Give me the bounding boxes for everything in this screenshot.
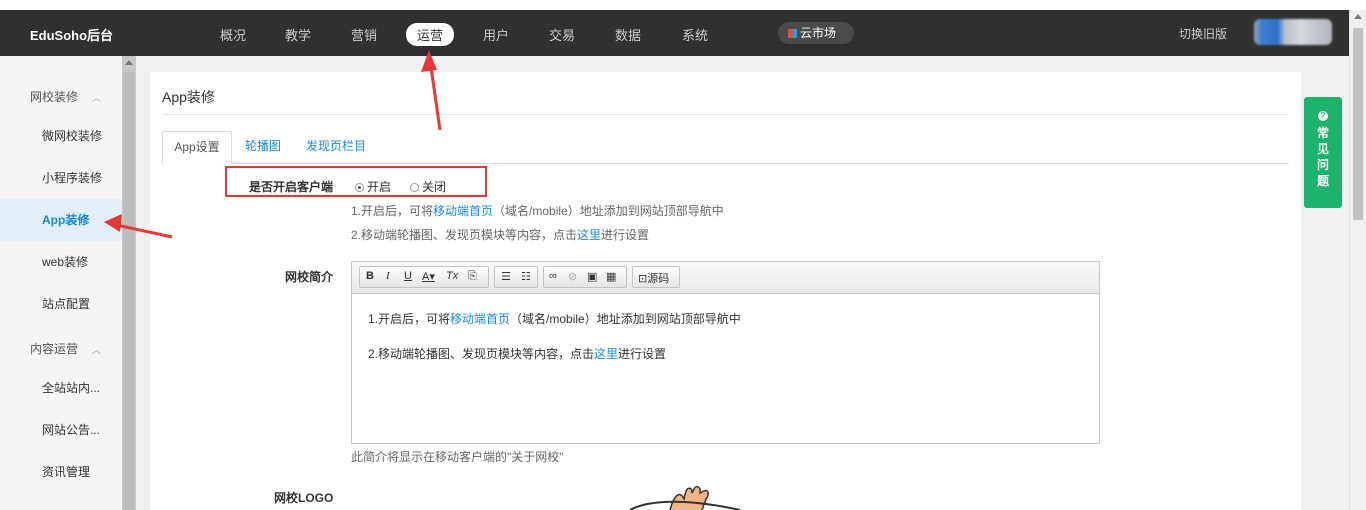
help-text-2: 2.移动端轮播图、发现页模块等内容，点击这里进行设置 — [351, 226, 649, 243]
nav-item-operations[interactable]: 运营 — [406, 23, 455, 46]
sidebar-item-news[interactable]: 资讯管理 — [0, 451, 122, 493]
underline-icon[interactable]: U — [404, 270, 412, 282]
apps-grid-icon — [788, 29, 797, 38]
scroll-up-icon[interactable] — [125, 60, 133, 65]
bold-icon[interactable]: B — [366, 270, 374, 282]
divider — [162, 114, 1289, 115]
editor-text: 进行设置 — [618, 347, 667, 361]
editor-text: 2.移动端轮播图、发现页模块等内容，点击 — [368, 347, 595, 361]
help-text-1: 1.开启后，可将移动端首页（域名/mobile）地址添加到网站顶部导航中 — [351, 202, 724, 219]
paste-icon[interactable]: ⎘ — [468, 270, 477, 283]
editor-note: 此简介将显示在移动客户端的"关于网校" — [351, 450, 564, 464]
sidebar-group-label: 内容运营 — [30, 342, 79, 356]
sidebar-item-announcements[interactable]: 网站公告... — [0, 409, 122, 451]
format-group: B I U A▾ Tx ⎘ — [359, 266, 489, 288]
faq-label: 常见问题 — [1316, 125, 1330, 189]
editor-toolbar: B I U A▾ Tx ⎘ ☰ ☷ ∞ ⊘ ▣ ▦ ⊡源码 — [352, 262, 1099, 294]
nav-item-users[interactable]: 用户 — [483, 25, 509, 44]
avatar[interactable] — [1254, 19, 1332, 45]
sidebar-item-web[interactable]: web装修 — [0, 241, 122, 283]
source-button[interactable]: ⊡源码 — [638, 270, 669, 286]
table-icon[interactable]: ▦ — [606, 270, 616, 283]
switch-old-version-link[interactable]: 切换旧版 — [1179, 25, 1227, 42]
tab-bar: App设置 轮播图 发现页栏目 — [162, 131, 1289, 164]
nav-item-trade[interactable]: 交易 — [549, 25, 575, 44]
logo-preview-image[interactable] — [630, 485, 740, 510]
question-icon: ? — [1318, 111, 1328, 121]
image-icon[interactable]: ▣ — [587, 270, 597, 283]
editor-here-link[interactable]: 这里 — [594, 347, 618, 361]
main-panel: App装修 App设置 轮播图 发现页栏目 是否开启客户端 开启 关闭 1.开启… — [150, 72, 1301, 510]
sidebar-item-mini-program[interactable]: 小程序装修 — [0, 157, 122, 199]
annotation-highlight-box — [225, 166, 487, 197]
unlink-icon[interactable]: ⊘ — [568, 270, 577, 283]
faq-label-text: 常见问题 — [1316, 126, 1329, 188]
tab-app-settings[interactable]: App设置 — [162, 131, 232, 164]
faq-button[interactable]: ? 常见问题 — [1304, 97, 1342, 208]
sidebar-item-site-config[interactable]: 站点配置 — [0, 283, 122, 325]
page-title: App装修 — [162, 89, 215, 105]
sidebar-item-site-messages[interactable]: 全站站内... — [0, 367, 122, 409]
chevron-up-icon: ︿ — [92, 345, 102, 355]
nav-item-teaching[interactable]: 教学 — [285, 25, 311, 44]
sidebar-group-school-decoration[interactable]: 网校装修 ︿ — [30, 88, 101, 105]
nav-item-system[interactable]: 系统 — [682, 25, 708, 44]
help-text: （域名/mobile）地址添加到网站顶部导航中 — [493, 204, 724, 218]
source-label: 源码 — [647, 273, 670, 285]
sidebar-scrollbar[interactable] — [122, 56, 136, 510]
nav-item-data[interactable]: 数据 — [615, 25, 641, 44]
help-text: 1.开启后，可将 — [351, 204, 434, 218]
link-icon[interactable]: ∞ — [549, 270, 557, 282]
nav-item-marketing[interactable]: 营销 — [351, 25, 377, 44]
remove-format-icon[interactable]: Tx — [446, 270, 458, 282]
chevron-up-icon: ︿ — [92, 93, 102, 103]
rich-text-editor[interactable]: B I U A▾ Tx ⎘ ☰ ☷ ∞ ⊘ ▣ ▦ ⊡源码 1.开启后，可将移动… — [351, 261, 1100, 444]
help-text: 2.移动端轮播图、发现页模块等内容，点击 — [351, 228, 578, 242]
sidebar-group-content-ops[interactable]: 内容运营 ︿ — [30, 340, 101, 357]
editor-text: 1.开启后，可将 — [368, 312, 451, 326]
tab-discover-columns[interactable]: 发现页栏目 — [306, 131, 366, 164]
editor-content[interactable]: 1.开启后，可将移动端首页（域名/mobile）地址添加到网站顶部导航中 2.移… — [368, 310, 741, 380]
nav-item-overview[interactable]: 概况 — [220, 25, 246, 44]
editor-text: （域名/mobile）地址添加到网站顶部导航中 — [510, 312, 741, 326]
scrollbar-thumb[interactable] — [1353, 28, 1363, 220]
cloud-market-label: 云市场 — [800, 26, 837, 40]
cloud-market-button[interactable]: 云市场 — [778, 22, 854, 44]
sidebar-group-label: 网校装修 — [30, 90, 79, 104]
settings-here-link[interactable]: 这里 — [577, 228, 601, 242]
scroll-up-icon[interactable] — [1354, 14, 1362, 19]
editor-mobile-home-link[interactable]: 移动端首页 — [450, 312, 510, 326]
editor-paragraph: 1.开启后，可将移动端首页（域名/mobile）地址添加到网站顶部导航中 — [368, 310, 741, 327]
source-icon: ⊡ — [638, 273, 648, 285]
list-group: ☰ ☷ — [494, 266, 538, 288]
source-group: ⊡源码 — [632, 266, 680, 288]
italic-icon[interactable]: I — [386, 270, 390, 282]
ordered-list-icon[interactable]: ☰ — [501, 270, 511, 283]
font-color-icon[interactable]: A▾ — [422, 270, 435, 283]
editor-paragraph: 2.移动端轮播图、发现页模块等内容，点击这里进行设置 — [368, 345, 741, 362]
scrollbar-thumb[interactable] — [123, 72, 135, 510]
insert-group: ∞ ⊘ ▣ ▦ — [543, 266, 627, 288]
brand-logo[interactable]: EduSoho后台 — [30, 25, 113, 44]
unordered-list-icon[interactable]: ☷ — [521, 270, 531, 283]
page-scrollbar[interactable] — [1349, 10, 1366, 510]
intro-label: 网校简介 — [285, 270, 334, 284]
sidebar: 网校装修 ︿ 微网校装修 小程序装修 App装修 web装修 站点配置 内容运营 ︿… — [0, 56, 122, 510]
browser-top-strip — [0, 0, 1366, 10]
mobile-home-link[interactable]: 移动端首页 — [433, 204, 493, 218]
top-navbar: EduSoho后台 概况 教学 营销 运营 用户 交易 数据 系统 云市场 切换… — [0, 10, 1366, 56]
sidebar-item-app[interactable]: App装修 — [0, 199, 122, 241]
logo-label: 网校LOGO — [274, 491, 334, 505]
sidebar-item-micro-school[interactable]: 微网校装修 — [0, 115, 122, 157]
help-text: 进行设置 — [601, 228, 650, 242]
tab-carousel[interactable]: 轮播图 — [245, 131, 281, 164]
